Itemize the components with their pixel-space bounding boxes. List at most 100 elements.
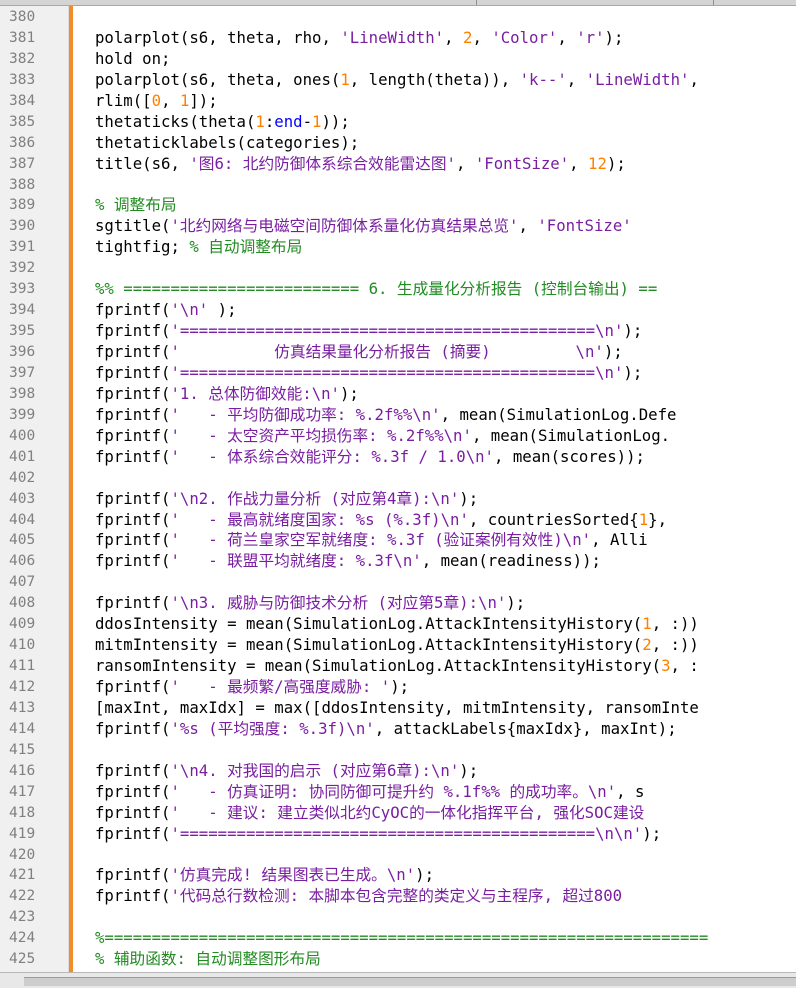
code-token: rlim([	[95, 91, 152, 110]
code-token: 'LineWidth'	[585, 70, 690, 89]
code-text: fprintf('1. 总体防御效能:\n');	[95, 385, 359, 403]
line-number: 393	[9, 281, 36, 298]
code-line[interactable]: 405 fprintf(' - 荷兰皇家空军就绪度: %.3f (验证案例有效性)…	[0, 530, 796, 551]
line-number: 388	[9, 176, 36, 193]
code-line[interactable]: 419 fprintf('============================…	[0, 824, 796, 845]
code-line[interactable]: 386 thetaticklabels(categories);	[0, 133, 796, 154]
code-token: ,	[161, 91, 180, 110]
code-line[interactable]: 418 fprintf(' - 建议: 建立类似北约CyOC的一体化指挥平台, 强…	[0, 803, 796, 824]
code-token: fprintf(	[95, 405, 171, 424]
code-token: hold on;	[95, 49, 171, 68]
code-line[interactable]: 417 fprintf(' - 仿真证明: 协同防御可提升约 %.1f%% 的成功…	[0, 782, 796, 803]
code-text: fprintf('代码总行数检测: 本脚本包含完整的类定义与主程序, 超过800	[95, 888, 622, 905]
line-number: 419	[9, 825, 36, 842]
code-token: fprintf(	[95, 426, 171, 445]
line-number: 421	[9, 867, 36, 884]
code-token: ,	[566, 70, 586, 89]
code-line[interactable]: 407	[0, 572, 796, 593]
code-line[interactable]: 408 fprintf('\n3. 威胁与防御技术分析 (对应第5章):\n');	[0, 593, 796, 614]
code-line[interactable]: 422 fprintf('代码总行数检测: 本脚本包含完整的类定义与主程序, 超过…	[0, 886, 796, 907]
code-token: ' - 荷兰皇家空军就绪度: %.3f (验证案例有效性)\n'	[170, 531, 592, 550]
code-token: ' - 平均防御成功率: %.2f%%\n'	[170, 405, 441, 424]
code-line[interactable]: 385 thetaticks(theta(1:end-1));	[0, 112, 796, 133]
line-number: 403	[9, 490, 36, 507]
code-line[interactable]: 420	[0, 845, 796, 866]
code-token: 2	[463, 28, 473, 47]
code-text: fprintf('===============================…	[95, 364, 642, 382]
line-number: 408	[9, 595, 36, 612]
code-token: sgtitle(	[95, 217, 171, 236]
code-line[interactable]: 392	[0, 258, 796, 279]
code-token: ' 仿真结果量化分析报告 (摘要) \n'	[170, 343, 604, 361]
code-line[interactable]: 380	[0, 7, 796, 28]
code-token: fprintf(	[95, 678, 171, 696]
code-line[interactable]: 403 fprintf('\n2. 作战力量分析 (对应第4章):\n');	[0, 489, 796, 510]
code-token: % 辅助函数: 自动调整图形布局	[95, 950, 321, 969]
code-line[interactable]: 382 hold on;	[0, 49, 796, 70]
code-text: fprintf('===============================…	[95, 323, 642, 340]
code-text: fprintf(' - 联盟平均就绪度: %.3f\n', mean(readi…	[95, 553, 601, 570]
code-line[interactable]: 421 fprintf('仿真完成! 结果图表已生成。\n');	[0, 865, 796, 886]
code-token: ' - 最高就绪度国家: %s (%.3f)\n'	[170, 510, 469, 529]
line-number: 396	[9, 344, 36, 360]
code-text: fprintf('仿真完成! 结果图表已生成。\n');	[95, 867, 434, 884]
line-number: 425	[9, 951, 36, 968]
code-token: ' - 最频繁/高强度威胁: '	[170, 678, 391, 696]
code-line[interactable]: 409 ddosIntensity = mean(SimulationLog.At…	[0, 614, 796, 635]
code-line[interactable]: 401 fprintf(' - 体系综合效能评分: %.3f / 1.0\n', …	[0, 447, 796, 468]
code-line[interactable]: 414 fprintf('%s (平均强度: %.3f)\n', attackLa…	[0, 719, 796, 740]
code-token: ,	[689, 70, 709, 89]
code-token: fprintf(	[95, 594, 171, 613]
code-token: fprintf(	[95, 719, 171, 738]
code-line[interactable]: 400 fprintf(' - 太空资产平均损伤率: %.2f%%\n', mea…	[0, 426, 796, 447]
code-token: 1	[255, 112, 265, 131]
code-token: );	[415, 866, 435, 885]
code-line[interactable]: 395 fprintf('============================…	[0, 321, 796, 342]
code-line[interactable]: 388	[0, 175, 796, 196]
code-editor[interactable]: 380 381 polarplot(s6, theta, rho, 'LineWid…	[0, 7, 796, 970]
code-text: % 调整布局	[95, 197, 177, 214]
code-line[interactable]: 387 title(s6, '图6: 北约防御体系综合效能雷达图', 'FontS…	[0, 154, 796, 175]
code-line[interactable]: 415	[0, 740, 796, 761]
code-line[interactable]: 402	[0, 468, 796, 489]
code-token: fprintf(	[95, 531, 171, 550]
code-text: mitmIntensity = mean(SimulationLog.Attac…	[95, 637, 699, 654]
code-text: fprintf(' - 太空资产平均损伤率: %.2f%%\n', mean(S…	[95, 426, 670, 445]
code-line[interactable]: 391 tightfig; % 自动调整布局	[0, 237, 796, 258]
code-line[interactable]: 416 fprintf('\n4. 对我国的启示 (对应第6章):\n');	[0, 761, 796, 782]
code-line[interactable]: 399 fprintf(' - 平均防御成功率: %.2f%%\n', mean(…	[0, 405, 796, 426]
code-token: title(s6,	[95, 154, 190, 173]
code-line[interactable]: 424 %====================================…	[0, 928, 796, 949]
line-number: 420	[9, 846, 36, 863]
code-line[interactable]: 389 % 调整布局	[0, 195, 796, 216]
line-number: 399	[9, 406, 36, 423]
horizontal-scrollbar[interactable]	[0, 972, 796, 988]
code-token: );	[603, 343, 623, 361]
line-number: 380	[9, 9, 36, 25]
code-text: [maxInt, maxIdx] = max([ddosIntensity, m…	[95, 699, 699, 717]
code-line[interactable]: 413 [maxInt, maxIdx] = max([ddosIntensity…	[0, 698, 796, 719]
code-line[interactable]: 423	[0, 907, 796, 928]
code-line[interactable]: 412 fprintf(' - 最频繁/高强度威胁: ');	[0, 677, 796, 698]
code-token: '\n'	[170, 301, 209, 320]
code-line[interactable]: 383 polarplot(s6, theta, ones(1, length(t…	[0, 70, 796, 91]
code-line[interactable]: 425 % 辅助函数: 自动调整图形布局	[0, 949, 796, 970]
code-line[interactable]: 410 mitmIntensity = mean(SimulationLog.At…	[0, 635, 796, 656]
code-line[interactable]: 394 fprintf('\n' );	[0, 300, 796, 321]
code-line[interactable]: 384 rlim([0, 1]);	[0, 91, 796, 112]
code-line[interactable]: 393 %% ========================= 6. 生成量化分…	[0, 279, 796, 300]
code-token: , :))	[651, 636, 699, 655]
line-number: 387	[9, 155, 36, 172]
line-number: 398	[9, 385, 36, 402]
code-line[interactable]: 396 fprintf(' 仿真结果量化分析报告 (摘要) \n');	[0, 342, 796, 363]
code-token: fprintf(	[95, 803, 171, 822]
code-line[interactable]: 406 fprintf(' - 联盟平均就绪度: %.3f\n', mean(re…	[0, 551, 796, 572]
code-line[interactable]: 381 polarplot(s6, theta, rho, 'LineWidth'…	[0, 28, 796, 49]
code-line[interactable]: 390 sgtitle('北约网络与电磁空间防御体系量化仿真结果总览', 'Fon…	[0, 216, 796, 237]
code-line[interactable]: 398 fprintf('1. 总体防御效能:\n');	[0, 384, 796, 405]
code-line[interactable]: 397 fprintf('============================…	[0, 363, 796, 384]
code-line[interactable]: 404 fprintf(' - 最高就绪度国家: %s (%.3f)\n', co…	[0, 510, 796, 531]
scrollbar-thumb[interactable]	[24, 977, 796, 986]
toolbar-divider	[476, 0, 477, 5]
code-line[interactable]: 411 ransomIntensity = mean(SimulationLog.…	[0, 656, 796, 677]
